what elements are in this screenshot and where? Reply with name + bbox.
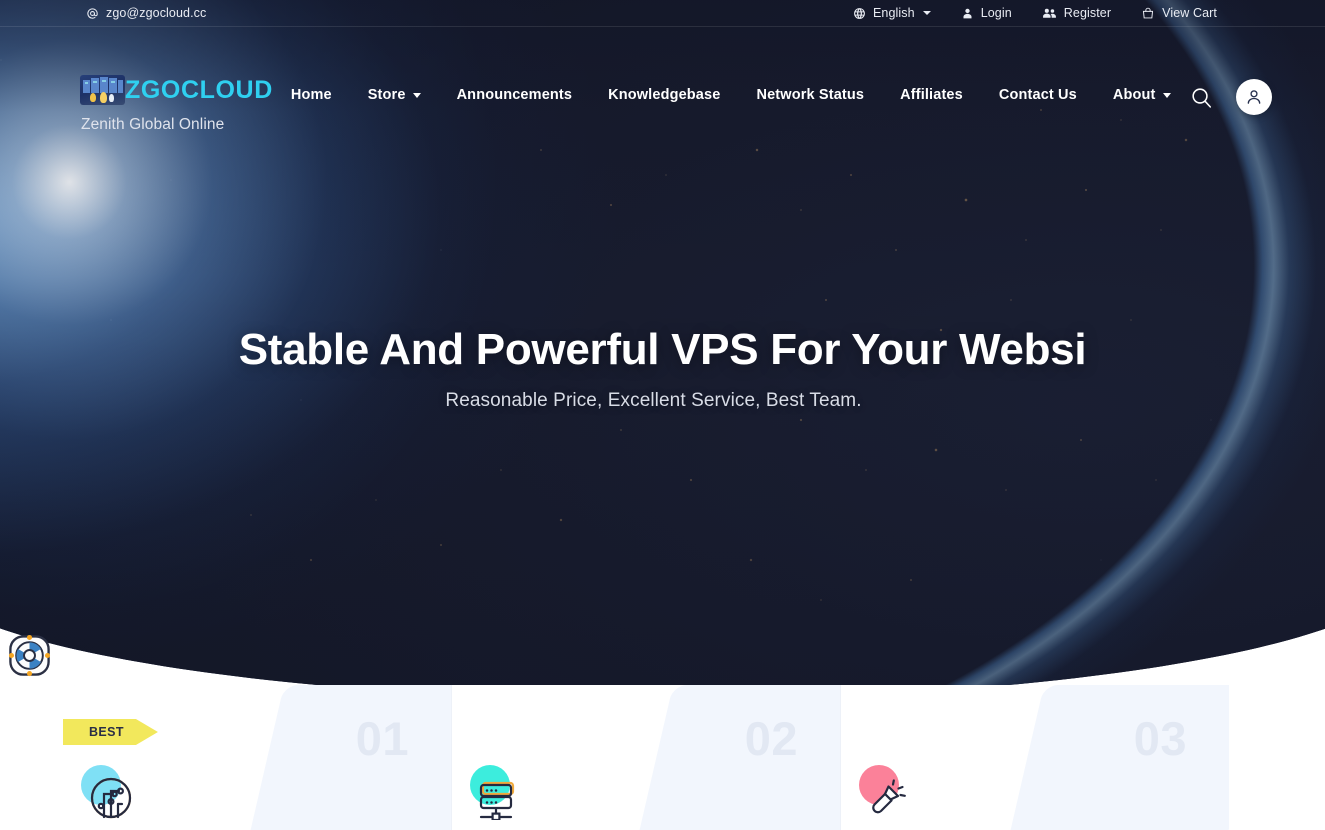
server-network-icon: [479, 781, 515, 820]
nav-item-knowledgebase-label: Knowledgebase: [608, 87, 721, 103]
brand-tagline: Zenith Global Online: [81, 116, 225, 133]
chevron-down-icon: [412, 92, 421, 98]
contact-email-text: zgo@zgocloud.cc: [106, 6, 207, 20]
datacenter-logo-icon: [80, 75, 125, 105]
hero-subtitle: Reasonable Price, Excellent Service, Bes…: [445, 390, 862, 412]
nav-item-network-status-label: Network Status: [756, 87, 865, 103]
nav-item-affiliates-label: Affiliates: [900, 87, 963, 103]
card-watermark-shape: [626, 685, 840, 830]
best-badge-label: BEST: [89, 725, 124, 739]
login-label: Login: [980, 6, 1012, 20]
lifebuoy-support-icon: [8, 634, 51, 677]
shopping-basket-icon: [1141, 7, 1155, 20]
language-selector[interactable]: English: [853, 6, 931, 20]
nav-item-contact-us[interactable]: Contact Us: [981, 87, 1095, 103]
nav-item-home-label: Home: [290, 87, 332, 103]
nav-tools: [1189, 79, 1272, 115]
hero-title: Stable And Powerful VPS For Your Websi: [238, 325, 1087, 374]
feature-card[interactable]: 02: [451, 685, 840, 830]
at-icon: [86, 7, 99, 20]
nav-item-knowledgebase[interactable]: Knowledgebase: [590, 87, 738, 103]
nav-item-announcements[interactable]: Announcements: [439, 87, 591, 103]
globe-icon: [853, 7, 866, 20]
support-float-button[interactable]: [6, 632, 53, 679]
nav-links: Home Store Announcements Knowledgebase N…: [273, 87, 1189, 103]
brand-row: ZGOCLOUD: [80, 75, 273, 105]
card-icon-wrap: [470, 765, 532, 827]
card-icon-wrap: [859, 765, 921, 827]
feature-card[interactable]: 03: [840, 685, 1229, 830]
topbar-right-group: English Login Register View Cart: [853, 6, 1217, 20]
users-icon: [1042, 7, 1057, 20]
view-cart-link[interactable]: View Cart: [1141, 6, 1217, 20]
nav-item-about-label: About: [1112, 87, 1156, 103]
card-watermark-shape: [237, 685, 451, 830]
user-icon: [961, 7, 974, 20]
contact-email[interactable]: zgo@zgocloud.cc: [86, 6, 206, 20]
nav-item-home[interactable]: Home: [273, 87, 350, 103]
nav-item-announcements-label: Announcements: [456, 87, 573, 103]
nav-item-network-status[interactable]: Network Status: [738, 87, 882, 103]
card-icon-wrap: [81, 765, 143, 827]
nav-item-affiliates[interactable]: Affiliates: [882, 87, 981, 103]
flashlight-torch-icon: [872, 779, 906, 814]
nav-item-store-label: Store: [367, 87, 406, 103]
feature-cards-row: 01 BEST 02 03: [0, 685, 1325, 830]
topbar-left-group: zgo@zgocloud.cc: [86, 6, 206, 20]
nav-item-contact-us-label: Contact Us: [998, 87, 1077, 103]
search-icon[interactable]: [1189, 85, 1214, 110]
chevron-down-icon: [1162, 92, 1171, 98]
login-link[interactable]: Login: [961, 6, 1012, 20]
brand-name: ZGOCLOUD: [125, 75, 273, 104]
brand-logo[interactable]: ZGOCLOUD Zenith Global Online: [80, 75, 273, 134]
card-number: 01: [355, 712, 409, 765]
card-number: 02: [744, 712, 798, 765]
main-navigation-bar: ZGOCLOUD Zenith Global Online Home Store…: [0, 55, 1325, 147]
user-avatar-icon[interactable]: [1235, 79, 1272, 115]
register-label: Register: [1063, 6, 1112, 20]
nav-item-store[interactable]: Store: [350, 87, 439, 103]
best-badge: BEST: [63, 719, 158, 745]
register-link[interactable]: Register: [1042, 6, 1111, 20]
feature-card[interactable]: 01 BEST: [63, 685, 451, 830]
top-utility-bar: zgo@zgocloud.cc English Login Register V…: [0, 0, 1325, 27]
card-watermark-shape: [997, 685, 1229, 830]
card-number: 03: [1133, 712, 1187, 765]
chevron-down-icon: [922, 11, 931, 15]
language-label: English: [872, 6, 915, 20]
view-cart-label: View Cart: [1162, 6, 1217, 20]
nav-item-about[interactable]: About: [1095, 87, 1189, 103]
circuit-chip-icon: [90, 777, 132, 819]
